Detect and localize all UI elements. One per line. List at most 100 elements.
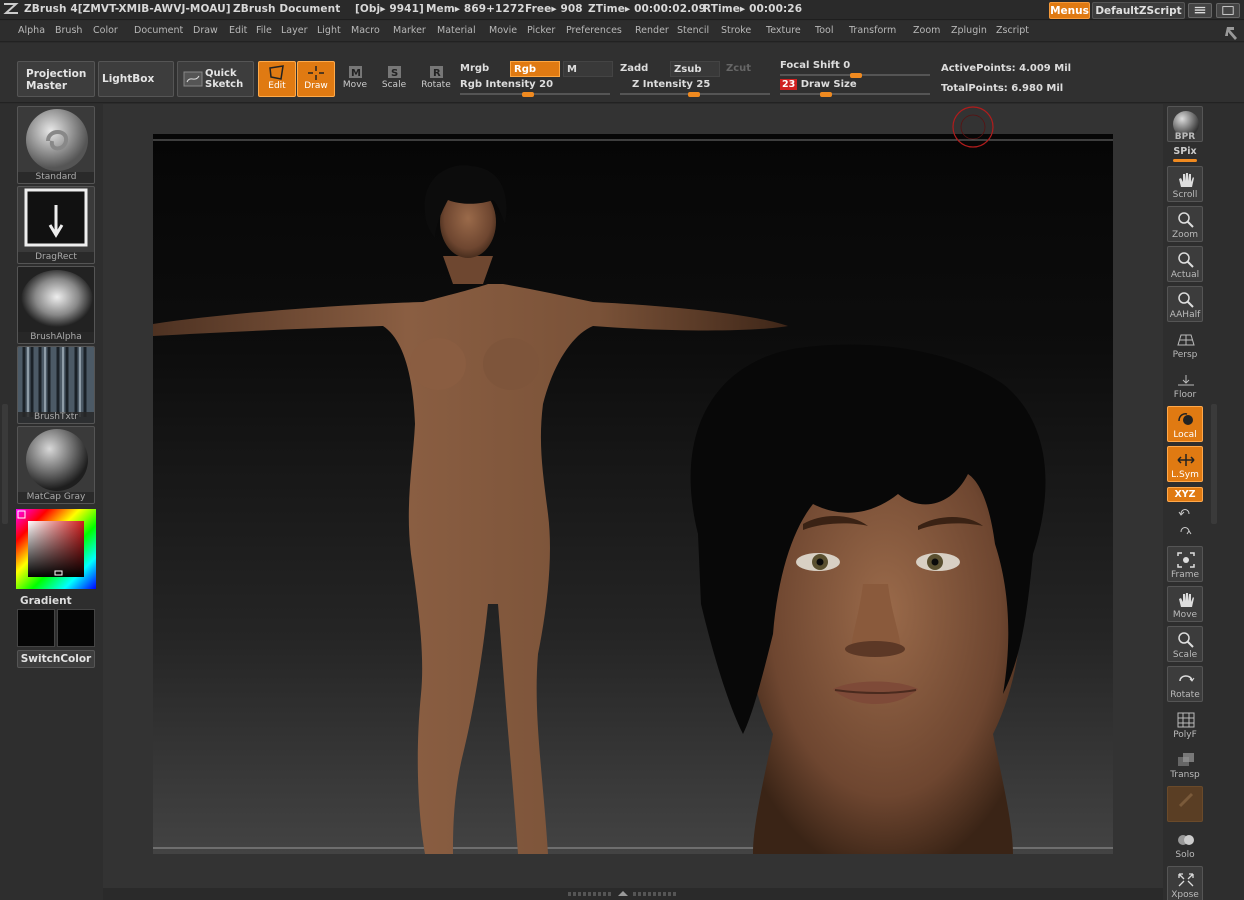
full-body-model[interactable]: [153, 165, 788, 854]
draw-size-slider[interactable]: 23 Draw Size: [780, 79, 930, 97]
xpose-button[interactable]: Xpose: [1167, 866, 1203, 900]
menu-alpha[interactable]: Alpha: [18, 25, 45, 36]
ghost-button[interactable]: [1167, 786, 1203, 822]
zsub-toggle[interactable]: Zsub: [670, 61, 720, 77]
menu-zplugin[interactable]: Zplugin: [951, 25, 987, 36]
lsym-button[interactable]: L.Sym: [1167, 446, 1203, 482]
window-close-button[interactable]: [1216, 3, 1240, 18]
material-thumbnail[interactable]: MatCap Gray: [17, 426, 95, 504]
menu-preferences[interactable]: Preferences: [566, 25, 622, 36]
bpr-render-button[interactable]: BPR: [1167, 106, 1203, 142]
left-tray-handle[interactable]: [2, 404, 8, 524]
stroke-thumbnail[interactable]: DragRect: [17, 186, 95, 264]
rgb-intensity-knob[interactable]: [522, 92, 534, 97]
menu-picker[interactable]: Picker: [527, 25, 555, 36]
color-picker-wheel[interactable]: [16, 509, 96, 589]
menu-render[interactable]: Render: [635, 25, 669, 36]
local-button[interactable]: Local: [1167, 406, 1203, 442]
list-icon: [1194, 6, 1206, 14]
zadd-toggle[interactable]: Zadd: [617, 61, 667, 77]
menu-brush[interactable]: Brush: [55, 25, 82, 36]
texture-thumbnail[interactable]: BrushTxtr: [17, 346, 95, 424]
menu-zscript[interactable]: Zscript: [996, 25, 1029, 36]
menu-texture[interactable]: Texture: [766, 25, 801, 36]
floor-button[interactable]: Floor: [1167, 366, 1203, 402]
rotate-label: Rotate: [421, 80, 451, 90]
actual-button[interactable]: Actual: [1167, 246, 1203, 282]
lightbox-button[interactable]: LightBox: [98, 61, 174, 97]
menu-material[interactable]: Material: [437, 25, 476, 36]
rgb-toggle[interactable]: Rgb: [510, 61, 560, 77]
menu-layer[interactable]: Layer: [281, 25, 308, 36]
rotate-mode-button[interactable]: R Rotate: [417, 61, 455, 97]
menus-button[interactable]: Menus: [1049, 2, 1090, 19]
sculpt-viewport[interactable]: [153, 134, 1113, 854]
edit-mode-button[interactable]: Edit: [258, 61, 296, 97]
default-zscript-button[interactable]: DefaultZScript: [1092, 2, 1185, 19]
z-intensity-label: Z Intensity 25: [632, 79, 711, 90]
bottom-tray-handle-icon[interactable]: [568, 890, 678, 898]
scale-mode-button[interactable]: S Scale: [375, 61, 413, 97]
alpha-thumbnail[interactable]: BrushAlpha: [17, 266, 95, 344]
z-intensity-knob[interactable]: [688, 92, 700, 97]
scroll-button[interactable]: Scroll: [1167, 166, 1203, 202]
switch-color-button[interactable]: SwitchColor: [17, 650, 95, 668]
focal-shift-knob[interactable]: [850, 73, 862, 78]
menu-document[interactable]: Document: [134, 25, 183, 36]
mrgb-toggle[interactable]: Mrgb: [457, 61, 507, 77]
zoom-button[interactable]: Zoom: [1167, 206, 1203, 242]
document-canvas[interactable]: [153, 134, 1113, 854]
polyf-button[interactable]: PolyF: [1167, 706, 1203, 742]
z-intensity-slider[interactable]: Z Intensity 25: [620, 79, 770, 97]
menu-light[interactable]: Light: [317, 25, 341, 36]
xpose-label: Xpose: [1171, 890, 1199, 900]
hammer-icon[interactable]: [1224, 24, 1240, 40]
menu-file[interactable]: File: [256, 25, 272, 36]
aahalf-button[interactable]: AAHalf: [1167, 286, 1203, 322]
secondary-color-swatch[interactable]: [57, 609, 95, 647]
right-shelf: BPR SPix Scroll Zoom Actual AAHalf Persp…: [1163, 104, 1244, 900]
frame-button[interactable]: Frame: [1167, 546, 1203, 582]
window-menu-button[interactable]: [1188, 3, 1212, 18]
main-color-swatch[interactable]: [17, 609, 55, 647]
scroll-label: Scroll: [1172, 190, 1198, 200]
menu-marker[interactable]: Marker: [393, 25, 426, 36]
color-picker[interactable]: [16, 509, 96, 589]
xyz-toggle[interactable]: XYZ: [1167, 487, 1203, 502]
right-tray-handle[interactable]: [1211, 404, 1217, 524]
move-mode-button[interactable]: M Move: [336, 61, 374, 97]
menu-color[interactable]: Color: [93, 25, 118, 36]
menu-stencil[interactable]: Stencil: [677, 25, 709, 36]
draw-size-badge: 23: [780, 79, 798, 90]
gradient-label[interactable]: Gradient: [20, 595, 72, 607]
rgb-intensity-slider[interactable]: Rgb Intensity 20: [460, 79, 610, 97]
projection-master-button[interactable]: Projection Master: [17, 61, 95, 97]
quick-sketch-button[interactable]: Quick Sketch: [177, 61, 254, 97]
draw-mode-button[interactable]: Draw: [297, 61, 335, 97]
menu-stroke[interactable]: Stroke: [721, 25, 751, 36]
brush-thumbnail[interactable]: Standard: [17, 106, 95, 184]
menu-transform[interactable]: Transform: [849, 25, 896, 36]
actual-size-icon: [1178, 252, 1194, 268]
menu-zoom[interactable]: Zoom: [913, 25, 940, 36]
scale-magnifier-icon: [1178, 632, 1194, 648]
menu-tool[interactable]: Tool: [815, 25, 833, 36]
draw-size-knob[interactable]: [820, 92, 832, 97]
menu-draw[interactable]: Draw: [193, 25, 218, 36]
transp-button[interactable]: Transp: [1167, 746, 1203, 782]
focal-shift-slider[interactable]: Focal Shift 0: [780, 60, 930, 78]
head-closeup-model[interactable]: [690, 344, 1046, 854]
menu-macro[interactable]: Macro: [351, 25, 380, 36]
edit-icon: [269, 65, 284, 80]
rotate-axis-icons[interactable]: [1177, 506, 1193, 540]
move-view-button[interactable]: Move: [1167, 586, 1203, 622]
solo-button[interactable]: Solo: [1167, 826, 1203, 862]
persp-button[interactable]: Persp: [1167, 326, 1203, 362]
spix-slider[interactable]: [1173, 159, 1197, 162]
zcut-toggle[interactable]: Zcut: [723, 61, 773, 77]
m-toggle[interactable]: M: [563, 61, 613, 77]
menu-edit[interactable]: Edit: [229, 25, 247, 36]
menu-movie[interactable]: Movie: [489, 25, 517, 36]
rotate-view-button[interactable]: Rotate: [1167, 666, 1203, 702]
scale-view-button[interactable]: Scale: [1167, 626, 1203, 662]
